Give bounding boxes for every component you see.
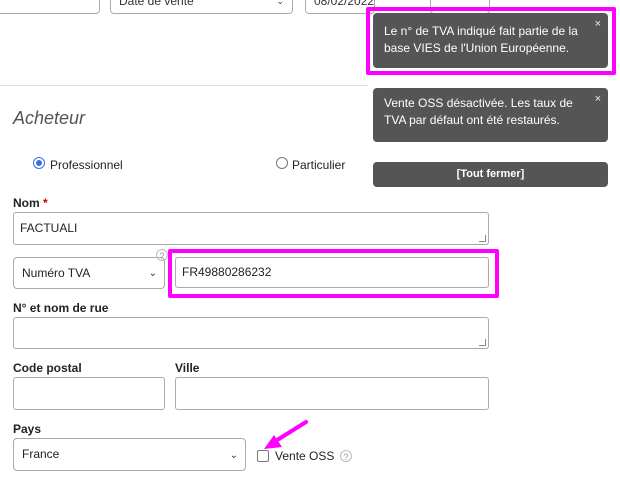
country-select-value: France bbox=[22, 447, 60, 461]
postal-code-label: Code postal bbox=[13, 361, 82, 375]
arrow-icon bbox=[264, 420, 308, 449]
resize-handle[interactable] bbox=[479, 339, 486, 346]
radio-professionnel[interactable] bbox=[33, 157, 45, 169]
toast-oss: Vente OSS désactivée. Les taux de TVA pa… bbox=[373, 88, 608, 142]
vat-number-value: FR49880286232 bbox=[182, 265, 272, 279]
help-icon[interactable]: ? bbox=[340, 450, 352, 462]
id-type-select-value: Numéro TVA bbox=[22, 266, 91, 280]
top-left-input[interactable] bbox=[0, 0, 100, 14]
date-value: 08/02/2022 bbox=[314, 0, 375, 8]
date-input[interactable]: 08/02/2022 bbox=[305, 0, 375, 14]
country-select[interactable]: France ⌄ bbox=[13, 438, 246, 471]
section-divider bbox=[0, 85, 368, 86]
close-icon[interactable]: × bbox=[595, 91, 601, 108]
help-icon[interactable]: ? bbox=[156, 249, 168, 261]
street-field[interactable] bbox=[13, 317, 489, 349]
postal-code-field[interactable] bbox=[13, 377, 165, 410]
required-marker: * bbox=[43, 196, 48, 210]
toast-vies-text: Le n° de TVA indiqué fait partie de la b… bbox=[384, 24, 578, 55]
name-label: Nom * bbox=[13, 196, 48, 210]
radio-particulier[interactable] bbox=[276, 157, 288, 169]
name-field[interactable]: FACTUALI bbox=[13, 212, 489, 245]
chevron-down-icon: ⌄ bbox=[276, 0, 284, 6]
street-label: N° et nom de rue bbox=[13, 301, 109, 315]
radio-label-particulier: Particulier bbox=[292, 158, 346, 172]
close-all-button[interactable]: [Tout fermer] bbox=[373, 162, 608, 187]
sale-date-select[interactable]: Date de vente ⌄ bbox=[110, 0, 293, 14]
chevron-down-icon: ⌄ bbox=[229, 450, 238, 461]
city-field[interactable] bbox=[175, 377, 489, 410]
toast-vies: Le n° de TVA indiqué fait partie de la b… bbox=[373, 13, 608, 68]
sale-date-select-value: Date de vente bbox=[119, 0, 194, 8]
id-type-select[interactable]: Numéro TVA ⌄ bbox=[13, 257, 165, 289]
country-label: Pays bbox=[13, 422, 42, 436]
vat-number-field[interactable]: FR49880286232 bbox=[175, 257, 489, 288]
city-label: Ville bbox=[175, 361, 200, 375]
section-title-buyer: Acheteur bbox=[13, 108, 86, 128]
name-label-text: Nom bbox=[13, 196, 40, 210]
resize-handle[interactable] bbox=[479, 235, 486, 242]
chevron-down-icon: ⌄ bbox=[148, 268, 157, 279]
close-icon[interactable]: × bbox=[595, 16, 601, 33]
toast-oss-text: Vente OSS désactivée. Les taux de TVA pa… bbox=[384, 96, 573, 127]
name-field-value: FACTUALI bbox=[20, 221, 78, 235]
radio-label-professionnel: Professionnel bbox=[50, 158, 123, 172]
